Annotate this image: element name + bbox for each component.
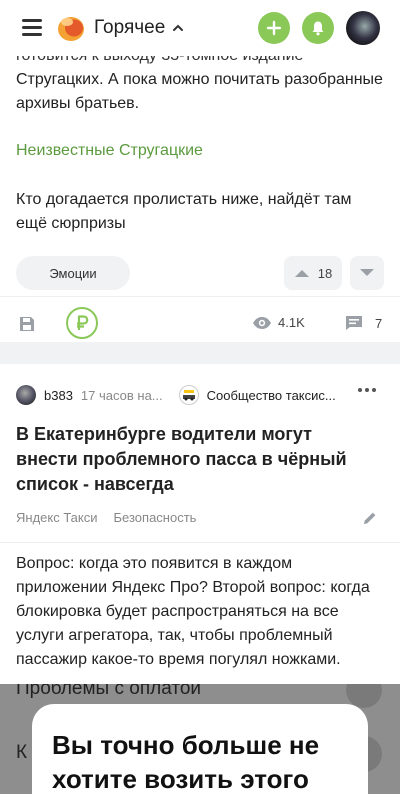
- tag-item[interactable]: Яндекс Такси: [16, 510, 98, 525]
- ruble-icon: [77, 315, 89, 330]
- rating-value: 18: [317, 265, 333, 281]
- downvote-button[interactable]: [350, 256, 384, 290]
- taxi-icon: [182, 390, 195, 401]
- eye-icon: [253, 316, 271, 329]
- bell-icon: [312, 21, 324, 36]
- plus-icon: [266, 20, 282, 36]
- image-text-row: Проблемы с оплатой: [16, 684, 202, 699]
- donate-button[interactable]: [66, 307, 98, 339]
- feed-selector[interactable]: Горячее: [94, 17, 185, 39]
- feed-separator: [0, 342, 400, 364]
- notifications-button[interactable]: [302, 12, 334, 44]
- community-name[interactable]: Сообщество таксис...: [207, 388, 336, 403]
- post-image[interactable]: Проблемы с оплатой К Вы точно больше не …: [0, 684, 400, 794]
- arrow-down-icon: [360, 269, 374, 276]
- post-card: готовится к выходу 33-томное издание Стр…: [0, 47, 400, 342]
- post-meta: b383 17 часов на... Сообщество таксис...: [16, 384, 386, 406]
- menu-icon[interactable]: [22, 19, 42, 36]
- chevron-up-icon: [173, 24, 184, 31]
- comment-icon: [346, 316, 362, 330]
- post-text-2: Кто догадается пролистать ниже, найдёт т…: [16, 191, 352, 232]
- comments-value: 7: [375, 315, 383, 331]
- post-tags: Яндекс Такси Безопасность: [16, 510, 212, 525]
- author-avatar[interactable]: [16, 385, 36, 405]
- image-dialog: Вы точно больше не хотите возить этого: [32, 704, 368, 794]
- arrow-up-icon: [294, 270, 309, 277]
- post-text: Вопрос: когда это появится в каждом прил…: [16, 555, 370, 668]
- save-icon[interactable]: [18, 315, 36, 333]
- post-time: 17 часов на...: [80, 387, 163, 403]
- views-value: 4.1K: [278, 315, 305, 330]
- post-text-body: Стругацких. А пока можно почитать разобр…: [16, 71, 383, 112]
- views-counter: 4.1K: [252, 315, 305, 330]
- image-dialog-title: Вы точно больше не хотите возить этого: [52, 730, 320, 794]
- emotions-button[interactable]: Эмоции: [16, 256, 130, 290]
- pencil-icon[interactable]: [362, 510, 378, 526]
- post-footer: 4.1K 7: [0, 296, 400, 342]
- community-avatar[interactable]: [178, 385, 199, 405]
- image-text-row: К: [16, 742, 28, 763]
- author-name[interactable]: b383: [44, 388, 73, 403]
- logo-icon[interactable]: [56, 13, 86, 43]
- more-icon[interactable]: [358, 388, 376, 392]
- tag-item[interactable]: Безопасность: [114, 510, 197, 525]
- post-link[interactable]: Неизвестные Стругацкие: [16, 142, 203, 160]
- feed-title: Горячее: [94, 17, 166, 38]
- top-header: Горячее: [0, 0, 400, 56]
- upvote-button[interactable]: 18: [284, 256, 342, 290]
- user-avatar[interactable]: [346, 11, 380, 45]
- post-title[interactable]: В Екатеринбурге водители могут внести пр…: [16, 422, 366, 497]
- divider: [0, 542, 400, 543]
- add-post-button[interactable]: [258, 12, 290, 44]
- comments-counter[interactable]: 7: [345, 315, 382, 331]
